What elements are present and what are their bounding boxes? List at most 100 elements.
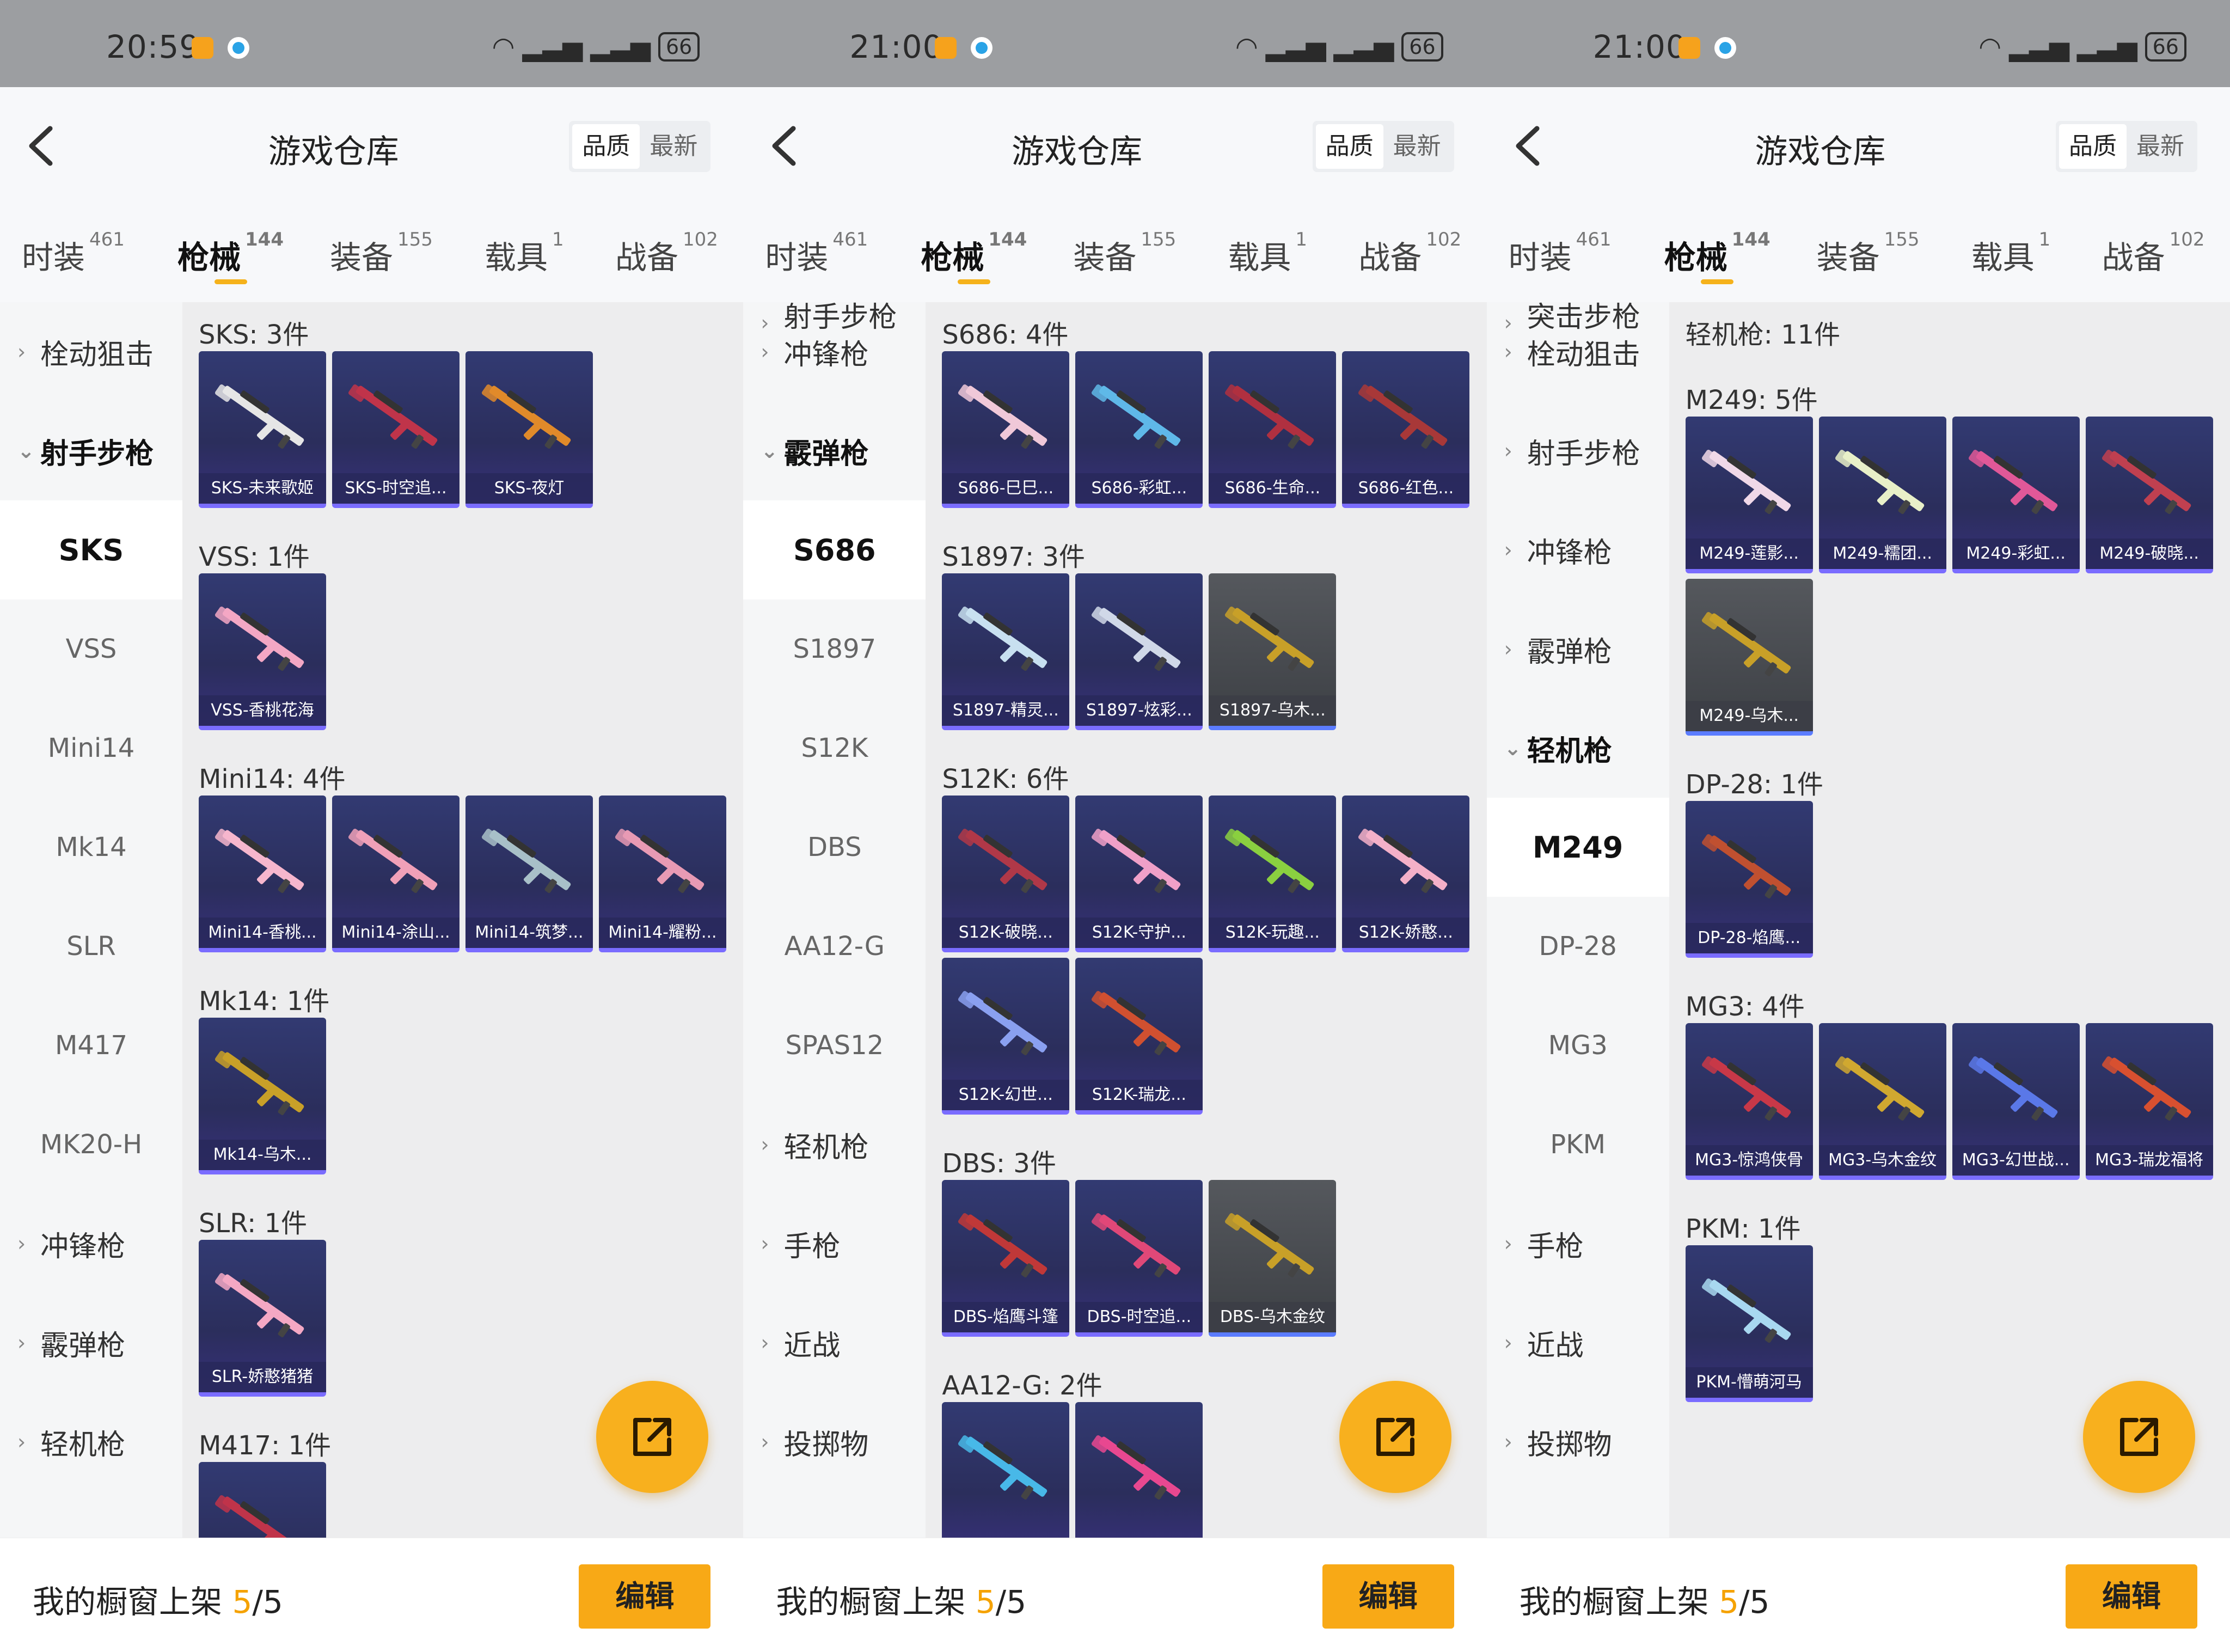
share-fab-button[interactable] (596, 1381, 708, 1493)
weapon-skin-card[interactable]: Mini14-耀粉... (599, 796, 726, 952)
weapon-skin-card[interactable]: M249-莲影... (1685, 417, 1813, 573)
weapon-skin-card[interactable]: M249-糯团... (1818, 417, 1946, 573)
sidebar-subitem[interactable]: Mini14 (0, 699, 182, 798)
tab-vehicles[interactable]: 载具 1 (1228, 201, 1307, 278)
weapon-skin-card[interactable]: S686-生命... (1209, 351, 1337, 508)
tab-fashion[interactable]: 时装 461 (22, 201, 125, 278)
edit-button[interactable]: 编辑 (1322, 1564, 1454, 1629)
weapon-skin-card[interactable]: M249-乌木... (1685, 579, 1813, 736)
tab-weapons[interactable]: 枪械 144 (177, 201, 284, 284)
weapon-skin-card[interactable]: DP-28-焰鹰... (1685, 801, 1813, 958)
weapon-skin-card[interactable]: S12K-玩趣... (1209, 796, 1337, 952)
sidebar-subitem[interactable]: MK20-H (0, 1095, 182, 1194)
sidebar-group[interactable]: › 投掷物 (1487, 1392, 1669, 1491)
sidebar-subitem[interactable]: DP-28 (1487, 897, 1669, 996)
weapon-skin-card[interactable]: DBS-时空追... (1075, 1180, 1203, 1337)
weapon-skin-card[interactable]: S12K-娇憨... (1342, 796, 1470, 952)
weapon-skin-card[interactable]: S1897-乌木... (1209, 573, 1337, 730)
weapon-skin-card[interactable]: M249-破晓... (2085, 417, 2213, 573)
sidebar-group[interactable]: › 霰弹枪 (1487, 599, 1669, 699)
sidebar-group[interactable]: › 轻机枪 (743, 1095, 926, 1194)
weapon-skin-card[interactable]: S12K-守护... (1075, 796, 1203, 952)
tab-supplies[interactable]: 战备 102 (615, 201, 718, 278)
weapon-skin-card[interactable] (942, 1402, 1070, 1538)
weapon-skin-card[interactable]: DBS-焰鹰斗篷 (942, 1180, 1070, 1337)
tab-vehicles[interactable]: 载具 1 (485, 201, 564, 278)
sidebar-group[interactable]: › 手枪 (743, 1194, 926, 1293)
sidebar-group[interactable]: › 近战 (743, 1293, 926, 1392)
sidebar-group[interactable]: ⌄ 射手步枪 (0, 401, 182, 500)
sidebar-group[interactable]: › 冲锋枪 (0, 1194, 182, 1293)
sidebar-subitem[interactable]: S686 (743, 500, 926, 599)
sort-option-quality[interactable]: 品质 (2059, 124, 2127, 169)
sidebar-subitem[interactable]: S12K (743, 699, 926, 798)
weapon-skin-card[interactable]: Mini14-香桃... (199, 796, 326, 952)
sort-option-latest[interactable]: 最新 (640, 124, 707, 169)
sidebar-subitem[interactable]: AA12-G (743, 897, 926, 996)
weapon-skin-card[interactable]: S12K-瑞龙... (1075, 958, 1203, 1115)
weapon-skin-card[interactable]: DBS-乌木金纹 (1209, 1180, 1337, 1337)
sidebar-group[interactable]: › 手枪 (1487, 1194, 1669, 1293)
sort-option-quality[interactable]: 品质 (572, 124, 640, 169)
tab-weapons[interactable]: 枪械 144 (1664, 201, 1770, 284)
sidebar-subitem[interactable]: Mk14 (0, 798, 182, 897)
weapon-skin-card[interactable]: S686-彩虹... (1075, 351, 1203, 508)
weapon-skin-card[interactable]: S1897-精灵... (942, 573, 1070, 730)
sidebar-group[interactable]: ⌄ 霰弹枪 (743, 401, 926, 500)
weapon-skin-card[interactable] (1075, 1402, 1203, 1538)
weapon-skin-card[interactable]: S686-巳巳... (942, 351, 1070, 508)
weapon-skin-card[interactable]: Mini14-涂山... (332, 796, 460, 952)
weapon-skin-card[interactable]: S686-红色... (1342, 351, 1470, 508)
sidebar-group[interactable]: › 投掷物 (743, 1392, 926, 1491)
tab-weapons[interactable]: 枪械 144 (921, 201, 1027, 284)
sidebar-group[interactable]: › 射手步枪 (1487, 401, 1669, 500)
tab-equipment[interactable]: 装备 155 (330, 201, 433, 278)
weapon-skin-card[interactable]: SLR-娇憨猪猪 (199, 1240, 326, 1397)
sidebar-group[interactable]: › 近战 (1487, 1293, 1669, 1392)
edit-button[interactable]: 编辑 (579, 1564, 711, 1629)
sidebar-subitem[interactable]: S1897 (743, 599, 926, 699)
tab-fashion[interactable]: 时装 461 (1509, 201, 1612, 278)
tab-supplies[interactable]: 战备 102 (2102, 201, 2205, 278)
tab-supplies[interactable]: 战备 102 (1358, 201, 1461, 278)
weapon-skin-card[interactable]: MG3-惊鸿侠骨 (1685, 1023, 1813, 1180)
sidebar-subitem[interactable]: M417 (0, 996, 182, 1095)
sidebar-group[interactable]: › 冲锋枪 (1487, 500, 1669, 599)
sidebar-subitem[interactable]: MG3 (1487, 996, 1669, 1095)
tab-vehicles[interactable]: 载具 1 (1971, 201, 2051, 278)
tab-equipment[interactable]: 装备 155 (1073, 201, 1176, 278)
weapon-skin-card[interactable]: S1897-炫彩... (1075, 573, 1203, 730)
weapon-skin-card[interactable]: MG3-幻世战... (1952, 1023, 2080, 1180)
sidebar-group[interactable]: › 栓动狙击 (0, 302, 182, 401)
sort-option-latest[interactable]: 最新 (1383, 124, 1451, 169)
sidebar-group[interactable]: › 霰弹枪 (0, 1293, 182, 1392)
sidebar-subitem[interactable]: VSS (0, 599, 182, 699)
sidebar-subitem[interactable]: SKS (0, 500, 182, 599)
weapon-skin-card[interactable]: S12K-破晓... (942, 796, 1070, 952)
sidebar-subitem[interactable]: SPAS12 (743, 996, 926, 1095)
sidebar-group[interactable]: ⌄ 轻机枪 (1487, 699, 1669, 798)
weapon-skin-card[interactable]: Mini14-筑梦... (465, 796, 593, 952)
weapon-skin-card[interactable]: MG3-乌木金纹 (1818, 1023, 1946, 1180)
share-fab-button[interactable] (1339, 1381, 1452, 1493)
sort-option-latest[interactable]: 最新 (2127, 124, 2194, 169)
weapon-skin-card[interactable]: M249-彩虹... (1952, 417, 2080, 573)
sidebar-group[interactable]: › 冲锋枪 (743, 302, 926, 401)
sidebar-subitem[interactable]: M249 (1486, 798, 1669, 897)
weapon-skin-card[interactable]: VSS-香桃花海 (199, 573, 326, 730)
sidebar-subitem[interactable]: DBS (743, 798, 926, 897)
weapon-skin-card[interactable]: PKM-懵萌河马 (1685, 1245, 1813, 1402)
sort-option-quality[interactable]: 品质 (1315, 124, 1383, 169)
tab-fashion[interactable]: 时装 461 (765, 201, 868, 278)
sidebar-group[interactable]: › 栓动狙击 (1487, 302, 1669, 401)
tab-equipment[interactable]: 装备 155 (1817, 201, 1920, 278)
weapon-skin-card[interactable]: S12K-幻世... (942, 958, 1070, 1115)
edit-button[interactable]: 编辑 (2065, 1564, 2197, 1629)
share-fab-button[interactable] (2082, 1381, 2195, 1493)
sidebar-subitem[interactable]: PKM (1487, 1095, 1669, 1194)
weapon-skin-card[interactable]: SKS-时空追... (332, 351, 460, 508)
sidebar-group[interactable]: › 轻机枪 (0, 1392, 182, 1491)
weapon-skin-card[interactable]: Mk14-乌木... (199, 1018, 326, 1174)
weapon-skin-card[interactable]: SKS-夜灯 (465, 351, 593, 508)
sidebar-subitem[interactable]: SLR (0, 897, 182, 996)
